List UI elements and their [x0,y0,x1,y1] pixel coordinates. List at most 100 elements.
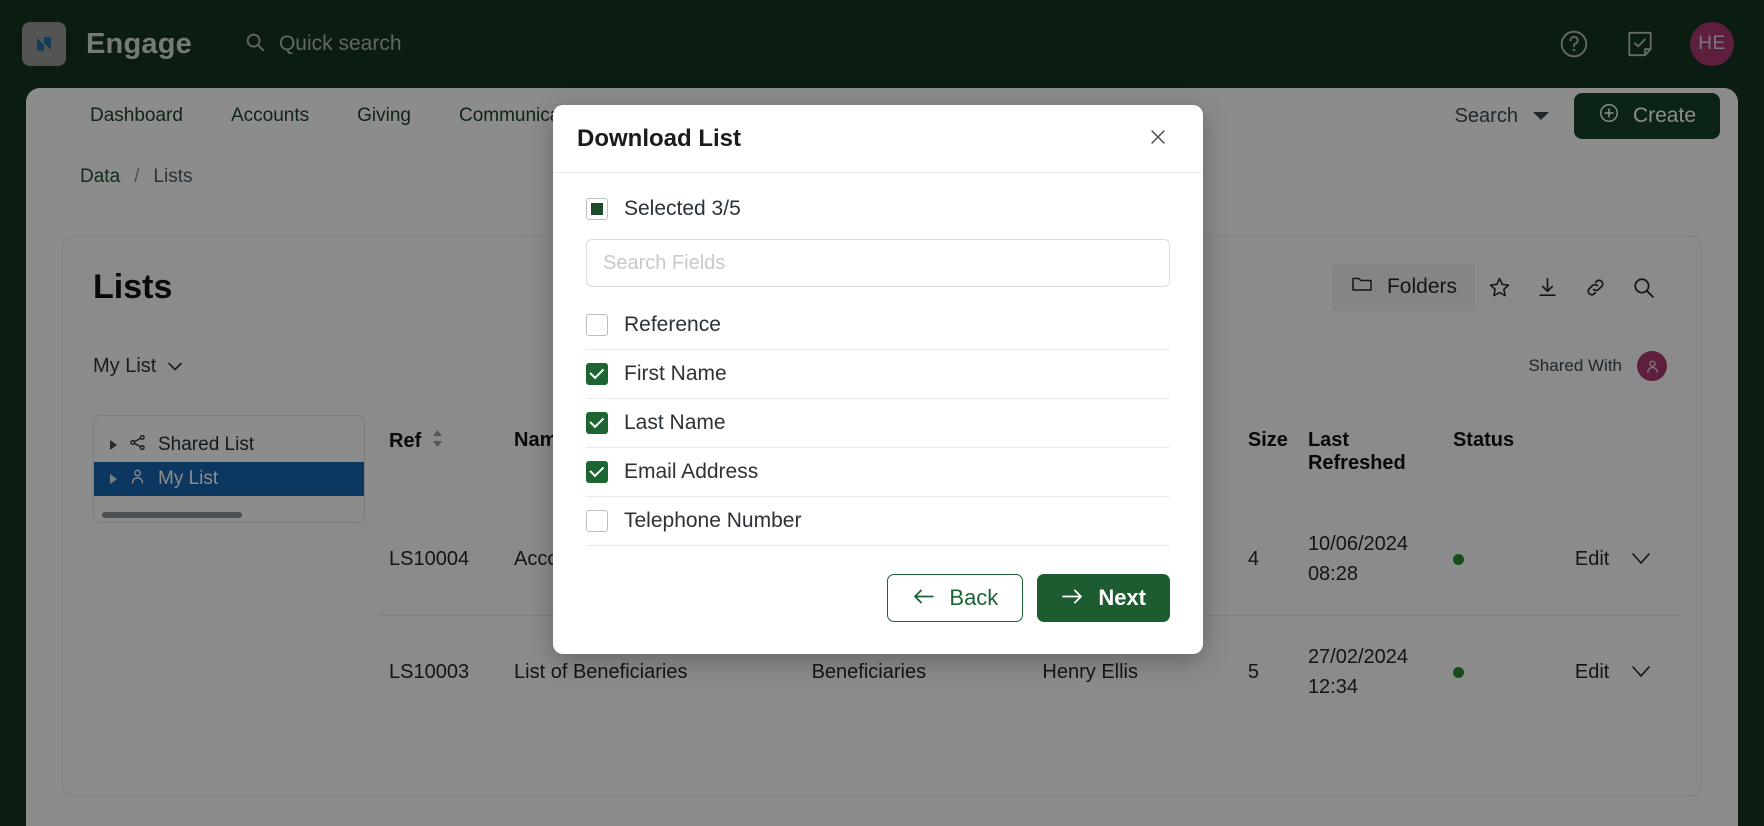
person-icon [128,467,147,492]
column-header-status[interactable]: Status [1443,415,1565,503]
cell-ref: LS10004 [389,547,470,570]
chevron-down-icon[interactable] [1631,661,1651,684]
my-list-dropdown-label: My List [93,354,157,377]
select-all-checkbox[interactable] [586,198,608,220]
cell-last-refreshed: 10/06/2024 08:28 [1298,503,1443,616]
nav-search-dropdown[interactable]: Search [1455,105,1556,128]
back-button-label: Back [949,585,999,610]
folder-icon [1350,272,1374,302]
field-checkbox-first-name[interactable] [586,363,608,385]
tree-item-shared-list[interactable]: Shared List [94,428,364,462]
field-checkbox-telephone-number[interactable] [586,510,608,532]
field-checkbox-email-address[interactable] [586,461,608,483]
engage-logo-icon[interactable] [22,22,66,66]
column-header-last-refreshed[interactable]: Last Refreshed [1298,415,1443,503]
my-list-dropdown[interactable]: My List [93,355,183,378]
back-button[interactable]: Back [887,574,1024,622]
field-label: Reference [624,313,721,336]
cell-ref: LS10003 [379,615,505,728]
cell-status [1442,615,1565,728]
edit-action[interactable]: Edit [1575,548,1671,571]
avatar[interactable]: HE [1690,22,1734,66]
tree-item-label: Shared List [158,434,255,455]
create-button-label: Create [1632,104,1696,127]
star-icon[interactable] [1475,263,1523,311]
top-bar-actions: HE [1558,22,1734,66]
caret-down-icon [1532,105,1550,128]
task-note-icon[interactable] [1624,28,1656,60]
search-icon [244,31,266,58]
cell-time-value: 12:34 [1307,676,1358,698]
arrow-right-icon [1061,585,1084,611]
field-label: Last Name [624,411,726,434]
column-header-ref-label: Ref [389,430,422,452]
caret-right-icon[interactable] [110,474,117,484]
modal-footer: Back Next [553,546,1203,654]
field-row-first-name[interactable]: First Name [586,350,1170,399]
field-label: Email Address [624,460,759,483]
cell-time-value: 08:28 [1307,563,1358,585]
breadcrumb-item-lists[interactable]: Lists [153,166,192,188]
status-badge [1452,553,1464,565]
brand-title: Engage [86,27,192,60]
chevron-down-icon[interactable] [1631,548,1651,571]
cell-actions: Edit [1565,503,1681,616]
field-row-last-name[interactable]: Last Name [586,399,1170,448]
card-toolbar: Folders [1331,263,1667,311]
help-circle-icon[interactable] [1558,28,1590,60]
next-button[interactable]: Next [1037,574,1170,622]
field-checkbox-reference[interactable] [586,314,608,336]
breadcrumb-item-data[interactable]: Data [80,166,120,188]
tree-item-my-list[interactable]: My List [94,462,364,496]
field-label: Telephone Number [624,509,802,532]
search-fields-input[interactable] [586,239,1170,287]
cell-date-value: 10/06/2024 [1307,533,1409,555]
cell-date-value: 27/02/2024 [1307,646,1409,668]
nav-right-actions: Search Create [1455,93,1720,139]
modal-body: Selected 3/5 Reference First Name Last N… [553,173,1203,546]
column-header-ref[interactable]: Ref [379,415,504,503]
nav-item-giving[interactable]: Giving [333,105,435,127]
person-icon[interactable] [1637,351,1667,381]
field-checkbox-last-name[interactable] [586,412,608,434]
nav-item-dashboard[interactable]: Dashboard [66,105,207,127]
edit-action-label: Edit [1574,547,1610,570]
quick-search[interactable]: Quick search [244,31,402,58]
share-nodes-icon [128,433,147,458]
close-icon[interactable] [1141,122,1175,156]
status-badge [1452,666,1464,678]
sort-updown-icon[interactable] [431,429,444,454]
field-label: First Name [624,362,727,385]
cell-status [1443,503,1565,616]
cell-last-refreshed: 27/02/2024 12:34 [1297,615,1443,728]
field-row-reference[interactable]: Reference [586,301,1170,350]
cell-size: 5 [1237,615,1298,728]
shared-with: Shared With [1528,351,1667,381]
download-icon[interactable] [1523,263,1571,311]
modal-title: Download List [577,124,741,152]
breadcrumb-separator: / [134,166,140,187]
link-icon[interactable] [1571,263,1619,311]
column-header-size[interactable]: Size [1238,415,1298,503]
modal-header: Download List [553,105,1203,173]
edit-action[interactable]: Edit [1575,661,1671,684]
nav-item-accounts[interactable]: Accounts [207,105,333,127]
arrow-left-icon [912,585,935,611]
next-button-label: Next [1098,585,1146,610]
caret-right-icon[interactable] [110,440,117,450]
search-icon[interactable] [1619,263,1667,311]
folders-button[interactable]: Folders [1331,263,1475,311]
page-title: Lists [93,267,173,306]
select-all-row[interactable]: Selected 3/5 [586,197,1170,221]
field-row-email-address[interactable]: Email Address [586,448,1170,497]
create-button[interactable]: Create [1573,93,1720,139]
column-header-actions [1565,415,1681,503]
top-bar: Engage Quick search HE [0,0,1764,88]
quick-search-label: Quick search [278,32,402,55]
folder-tree: Shared List My List [93,415,365,523]
cell-actions: Edit [1564,615,1681,728]
field-row-telephone-number[interactable]: Telephone Number [586,497,1170,546]
tree-horizontal-scrollbar[interactable] [102,512,242,518]
folders-button-label: Folders [1386,275,1457,298]
download-list-modal: Download List Selected 3/5 Reference Fir… [553,105,1203,654]
